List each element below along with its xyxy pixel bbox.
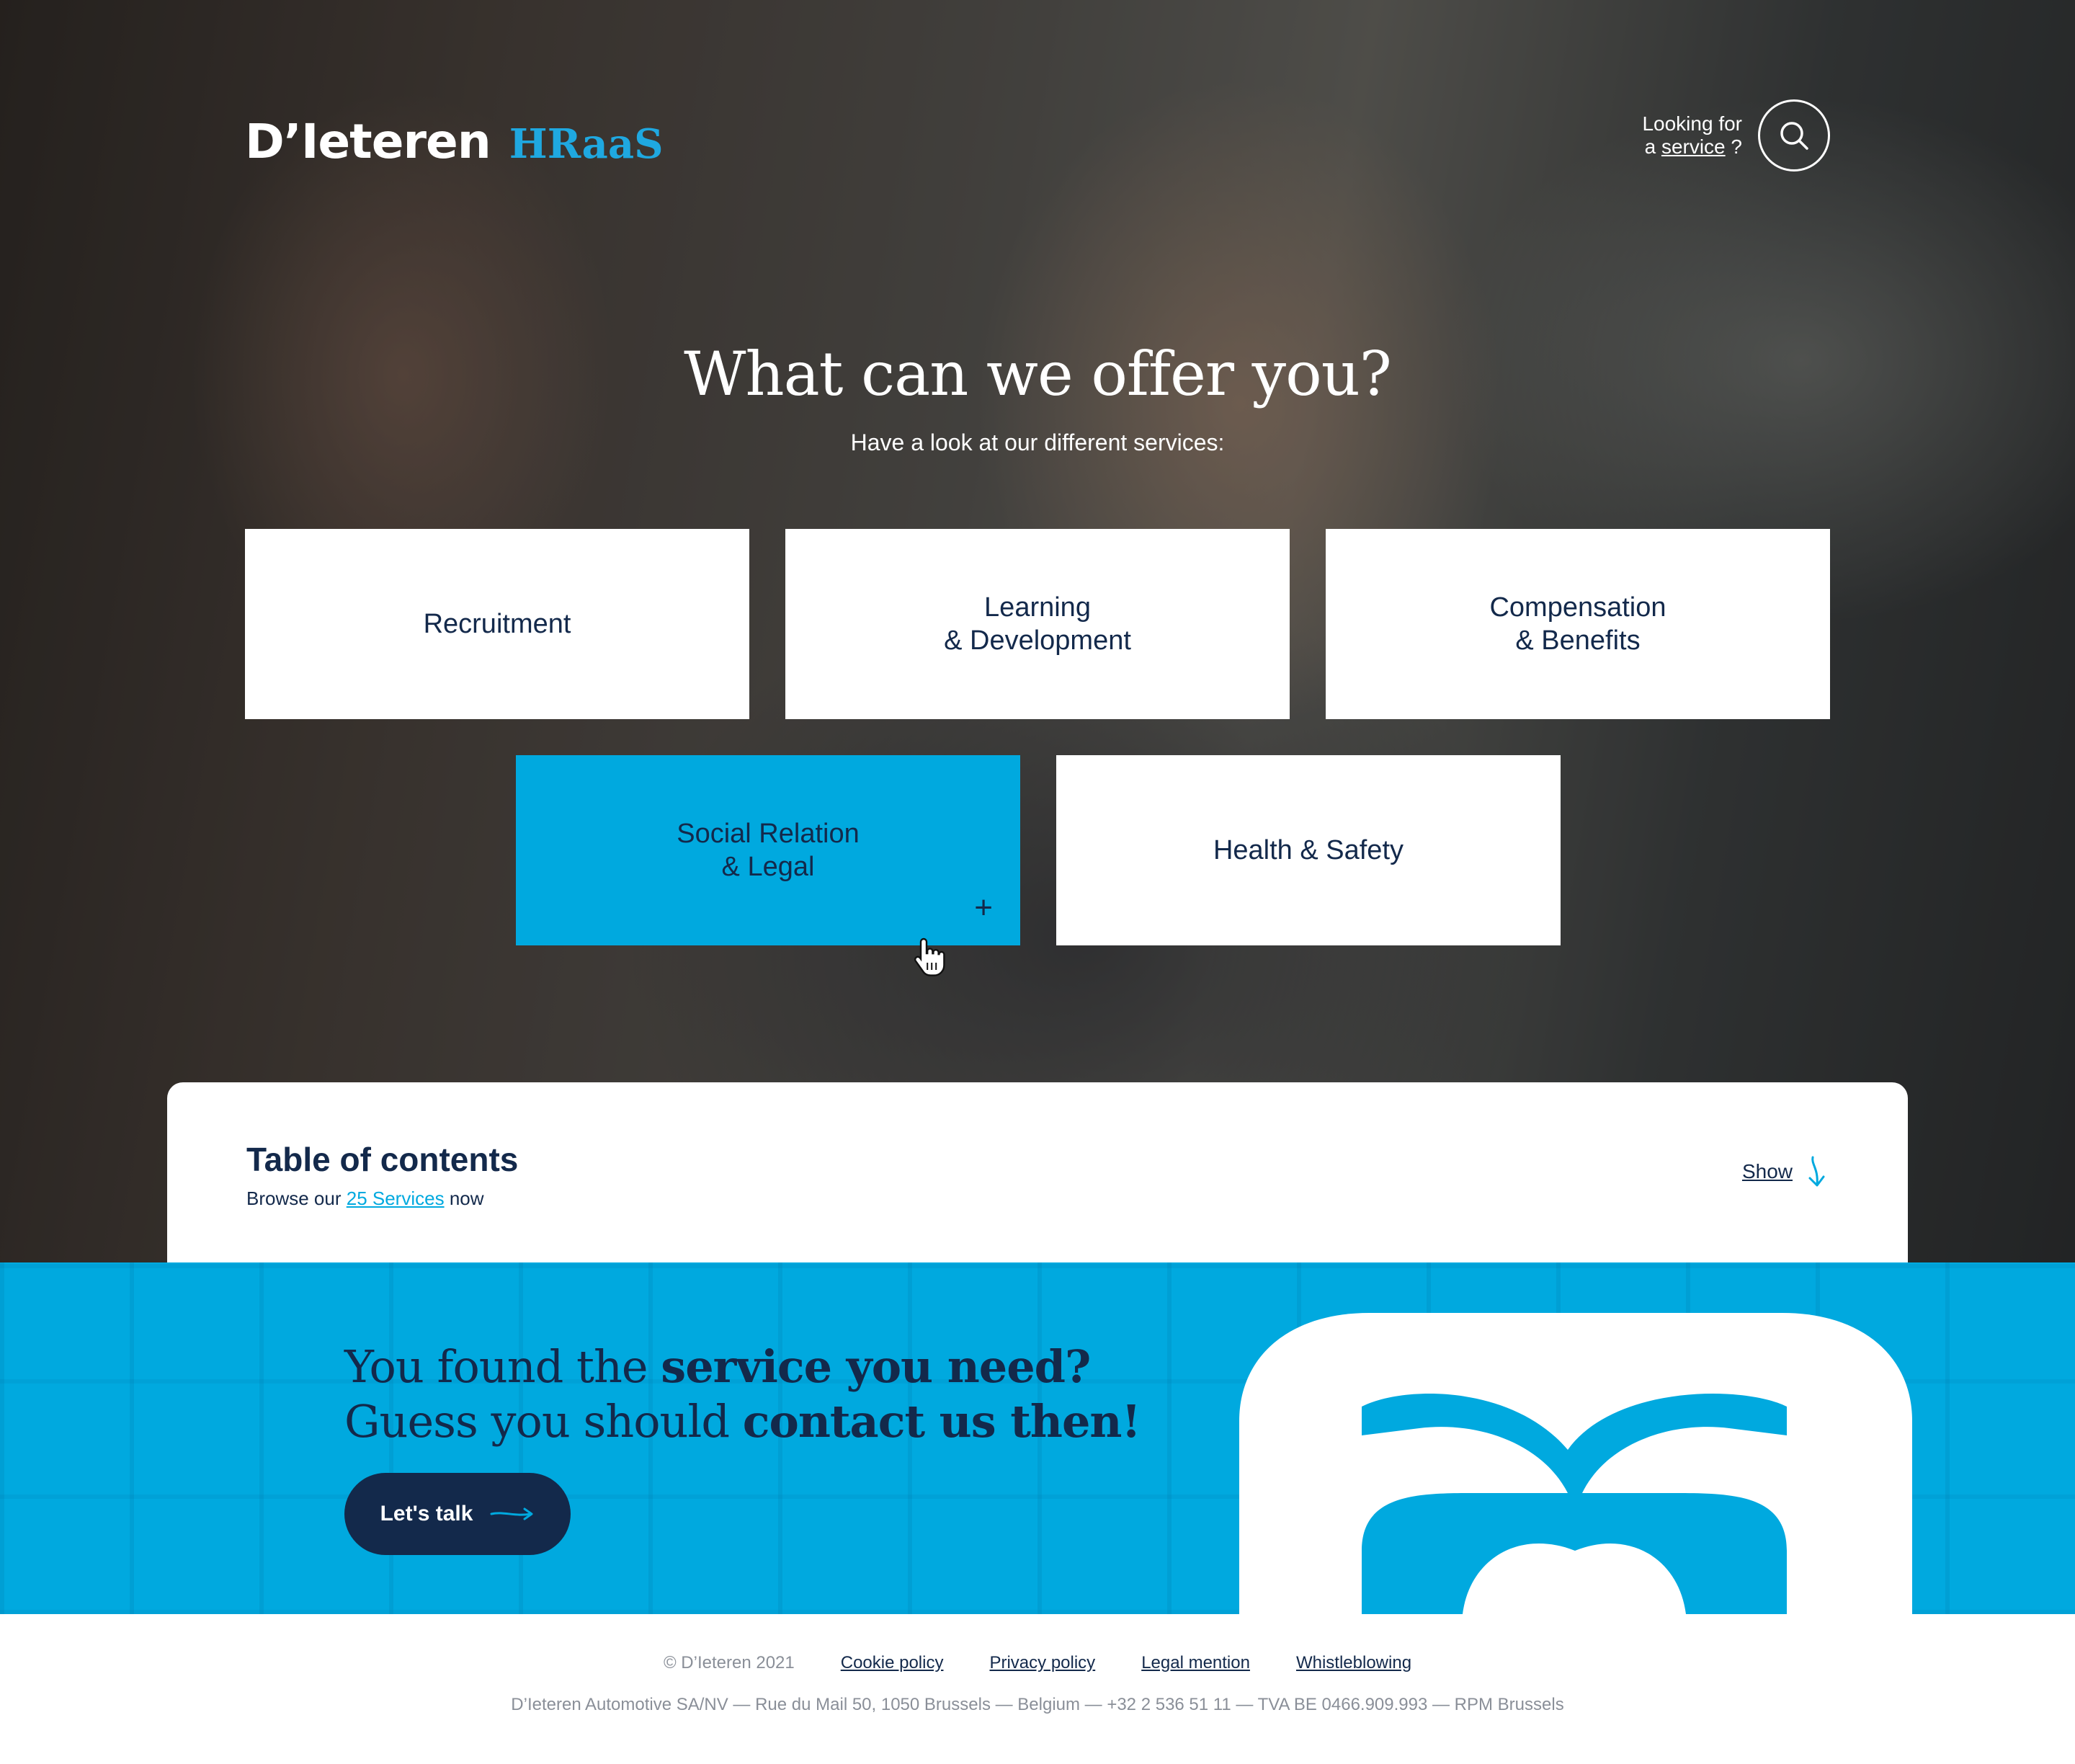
plus-icon: + [974, 890, 993, 925]
service-card-label: Learning & Development [944, 592, 1131, 656]
cta-line1-bold: service you need? [661, 1340, 1091, 1393]
search-button[interactable] [1758, 99, 1830, 172]
search-prompt-suffix: ? [1731, 135, 1742, 158]
table-of-contents: Table of contents Browse our 25 Services… [167, 1082, 1908, 1262]
brand-logo[interactable]: D’Ieteren HRaaS [245, 114, 664, 169]
service-card-compensation-benefits[interactable]: Compensation & Benefits [1326, 529, 1830, 719]
search-prompt: Looking for a service ? [1642, 112, 1742, 159]
cta-line1-light: You found the [344, 1340, 661, 1393]
toc-show-button[interactable]: Show [1742, 1160, 1793, 1183]
toc-browse-prefix: Browse our [246, 1188, 342, 1209]
service-card-label: Recruitment [423, 609, 571, 639]
arrow-down-icon[interactable] [1801, 1154, 1830, 1190]
hero-section: D’Ieteren HRaaS Looking for a service ? … [0, 0, 2075, 1262]
legal-mention-link[interactable]: Legal mention [1141, 1653, 1250, 1673]
service-card-label: Compensation & Benefits [1489, 592, 1666, 656]
cta-headline-line1: You found the service you need? [344, 1340, 1091, 1393]
service-card-recruitment[interactable]: Recruitment [245, 529, 749, 719]
lets-talk-button[interactable]: Let's talk [344, 1473, 571, 1555]
toc-title: Table of contents [246, 1141, 519, 1178]
arrow-right-icon [490, 1507, 533, 1520]
page-title: What can we offer you? [684, 339, 1392, 409]
toc-services-link[interactable]: 25 Services [347, 1188, 445, 1209]
service-card-label: Social Relation & Legal [677, 819, 860, 882]
service-card-health-safety[interactable]: Health & Safety [1056, 755, 1561, 945]
toc-browse-text: Browse our 25 Services now [246, 1188, 484, 1210]
whistleblowing-link[interactable]: Whistleblowing [1296, 1653, 1411, 1673]
cta-line2-bold: contact us then! [742, 1395, 1141, 1448]
cta-line2-light: Guess you should [344, 1395, 743, 1448]
brand-lettermark-graphic [1239, 1313, 1912, 1614]
service-card-learning-development[interactable]: Learning & Development [785, 529, 1290, 719]
search-prompt-prefix: a [1644, 135, 1656, 158]
logo-main-text: D’Ieteren [245, 114, 491, 169]
lets-talk-label: Let's talk [380, 1502, 473, 1525]
copyright-text: © D’Ieteren 2021 [663, 1653, 795, 1672]
toc-browse-suffix: now [449, 1188, 484, 1209]
footer-links-row: © D’Ieteren 2021 Cookie policy Privacy p… [0, 1653, 2075, 1673]
service-card-social-relation-legal[interactable]: Social Relation & Legal + [516, 755, 1020, 945]
service-card-label: Health & Safety [1213, 835, 1404, 865]
service-search[interactable]: Looking for a service ? [1642, 99, 1830, 172]
hand-pointer-cursor-icon [914, 937, 945, 976]
search-service-link[interactable]: service [1661, 135, 1726, 158]
search-icon [1780, 122, 1808, 150]
contact-cta-section: You found the service you need? Guess yo… [0, 1262, 2075, 1614]
page-subtitle: Have a look at our different services: [850, 429, 1225, 455]
privacy-policy-link[interactable]: Privacy policy [989, 1653, 1095, 1673]
search-prompt-line2: a service ? [1642, 135, 1742, 159]
company-address: D’Ieteren Automotive SA/NV — Rue du Mail… [511, 1695, 1564, 1714]
cta-headline-line2: Guess you should contact us then! [344, 1395, 1141, 1448]
search-prompt-line1: Looking for [1642, 112, 1742, 135]
logo-sub-text: HRaaS [509, 120, 664, 168]
cookie-policy-link[interactable]: Cookie policy [841, 1653, 944, 1673]
